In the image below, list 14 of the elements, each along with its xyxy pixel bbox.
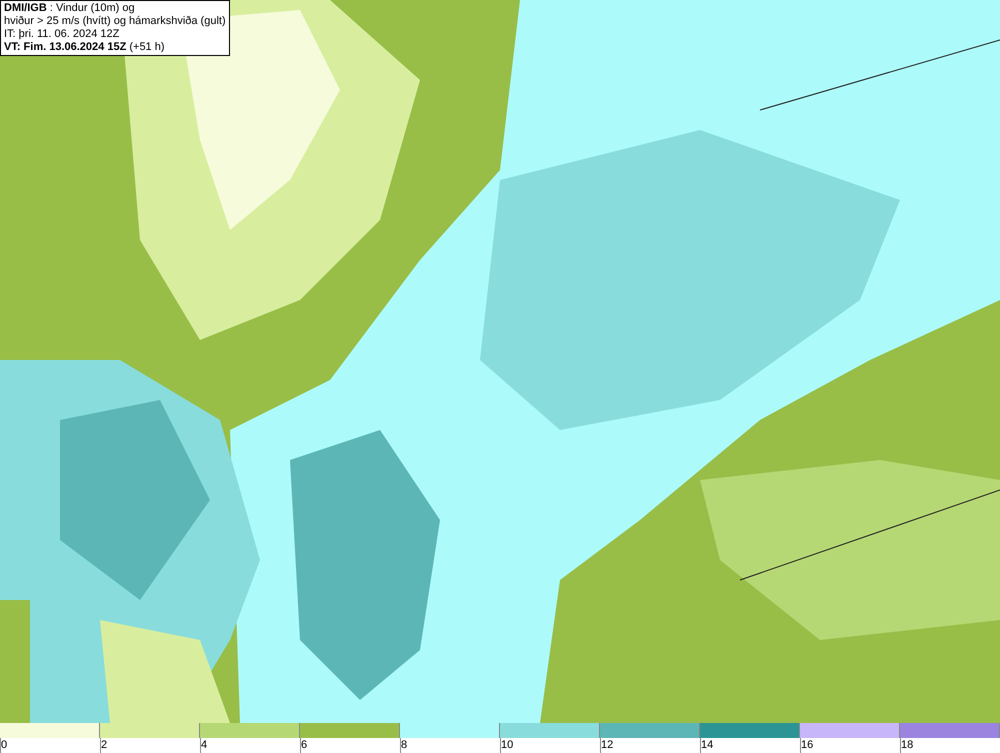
info-text: VT: Fim. 13.06.2024 15Z (+51 h) <box>4 41 166 54</box>
legend-label: 10 <box>501 739 514 751</box>
legend-label: 0 <box>1 739 8 751</box>
legend-label: 6 <box>301 739 308 751</box>
info-text: hviður > 25 m/s (hvítt) og hámarkshviða (gult) <box>4 15 226 28</box>
legend-label: 12 <box>601 739 614 751</box>
legend-label: 16 <box>801 739 814 751</box>
legend-label: 2 <box>101 739 108 751</box>
info-text: DMI/IGB : Vindur (10m) og <box>4 2 136 15</box>
legend-label: 14 <box>701 739 714 751</box>
info-text: IT: þri. 11. 06. 2024 12Z <box>4 28 120 41</box>
legend-label: 18 <box>901 739 914 751</box>
legend-label: 4 <box>201 739 208 751</box>
legend-label: 8 <box>401 739 408 751</box>
